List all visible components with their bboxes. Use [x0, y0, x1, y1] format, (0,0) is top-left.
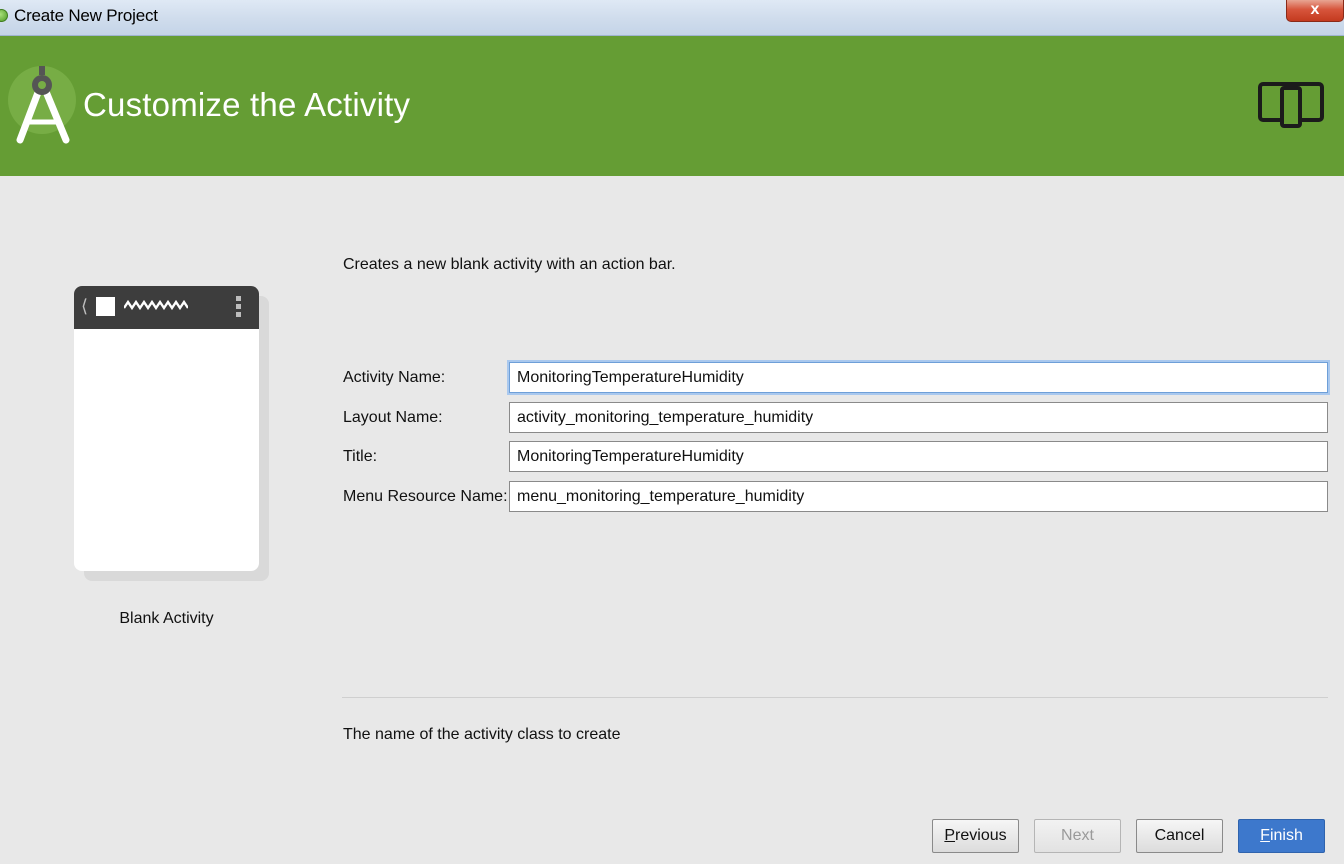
phone-screen: ⟨	[74, 286, 259, 571]
window-title: Create New Project	[14, 6, 158, 25]
previous-label: revious	[955, 827, 1007, 844]
title-placeholder-icon	[124, 299, 188, 311]
header-banner: Customize the Activity	[0, 36, 1344, 176]
menu-resource-name-label: Menu Resource Name:	[343, 488, 508, 505]
layout-name-input[interactable]	[509, 402, 1328, 433]
template-name-label: Blank Activity	[119, 610, 214, 627]
layout-name-label: Layout Name:	[343, 409, 443, 426]
preview-action-bar: ⟨	[74, 286, 259, 329]
finish-mnemonic: F	[1260, 827, 1270, 844]
menu-resource-name-input[interactable]	[509, 481, 1328, 512]
overflow-menu-icon	[236, 296, 242, 320]
finish-button[interactable]: Finish	[1238, 819, 1325, 853]
android-studio-icon	[0, 9, 8, 22]
close-button[interactable]: x	[1286, 0, 1344, 22]
page-title: Customize the Activity	[83, 86, 411, 123]
next-button[interactable]: Next	[1034, 819, 1121, 853]
activity-name-input[interactable]	[509, 362, 1328, 393]
title-label: Title:	[343, 448, 378, 465]
field-hint: The name of the activity class to create	[343, 726, 621, 743]
title-input[interactable]	[509, 441, 1328, 472]
previous-button[interactable]: Previous	[932, 819, 1019, 853]
back-chevron-icon: ⟨	[81, 296, 89, 316]
app-icon-placeholder	[96, 297, 115, 316]
device-form-factor-icon	[1258, 82, 1324, 128]
template-description: Creates a new blank activity with an act…	[343, 256, 676, 273]
window-titlebar: Create New Project x	[0, 0, 1344, 36]
activity-preview: ⟨	[74, 286, 269, 581]
divider	[342, 697, 1328, 698]
android-studio-logo-icon	[8, 66, 76, 144]
finish-label: inish	[1269, 827, 1303, 844]
activity-name-label: Activity Name:	[343, 369, 446, 386]
cancel-button[interactable]: Cancel	[1136, 819, 1223, 853]
previous-mnemonic: P	[944, 827, 956, 844]
